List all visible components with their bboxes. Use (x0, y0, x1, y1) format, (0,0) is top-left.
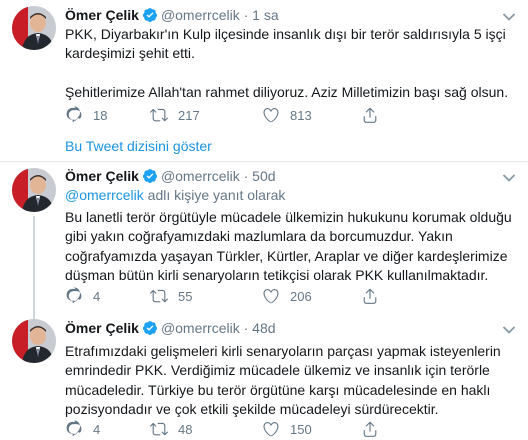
tweet-actions: 4 48 150 (65, 420, 485, 440)
like-icon (263, 422, 279, 437)
tweet-text: Etrafımızdaki gelişmeleri kirli senaryol… (65, 342, 517, 419)
verified-badge-icon (142, 321, 157, 335)
tweet-header: Ömer Çelik @omerrcelik · 1 sa (65, 7, 279, 23)
reply-count: 4 (93, 289, 101, 304)
chevron-down-icon[interactable] (502, 173, 516, 183)
author-name[interactable]: Ömer Çelik (65, 168, 139, 184)
share-icon (363, 107, 377, 123)
reply-icon (66, 420, 82, 436)
avatar-image (12, 319, 56, 363)
retweet-icon (150, 108, 168, 122)
tweet-text-paragraph: Etrafımızdaki gelişmeleri kirli senaryol… (65, 343, 501, 417)
like-count: 150 (290, 422, 312, 437)
reply-icon (66, 106, 82, 122)
avatar-image (12, 6, 56, 50)
author-handle[interactable]: @omerrcelik (161, 168, 240, 184)
retweet-count: 48 (178, 422, 193, 437)
separator-dot: · (243, 168, 249, 184)
reply-icon (66, 287, 82, 303)
chevron-down-icon[interactable] (502, 325, 516, 335)
verified-badge-icon (142, 169, 157, 183)
author-handle[interactable]: @omerrcelik (161, 320, 240, 336)
retweet-icon (150, 422, 168, 436)
author-name[interactable]: Ömer Çelik (65, 7, 139, 23)
show-thread-link[interactable]: Bu Tweet dizisini göster (65, 138, 212, 154)
retweet-count: 217 (178, 108, 200, 123)
reply-count: 4 (93, 422, 101, 437)
tweet-text-paragraph: Şehitlerimize Allah'tan rahmet diliyoruz… (65, 83, 509, 100)
share-icon (363, 421, 377, 437)
tweet-actions: 4 55 206 (65, 287, 485, 307)
author-name[interactable]: Ömer Çelik (65, 320, 139, 336)
retweet-icon (150, 289, 168, 303)
reply-context: @omerrcelik adlı kişiye yanıt olarak (65, 187, 285, 203)
tweet-text: PKK, Diyarbakır'ın Kulp ilçesinde insanl… (65, 25, 517, 102)
reply-count: 18 (93, 108, 108, 123)
tweet-text-paragraph: Bu lanetli terör örgütüyle mücadele ülke… (65, 209, 512, 283)
tweet-timestamp[interactable]: 48d (252, 320, 275, 336)
tweet-timestamp[interactable]: 50d (252, 168, 275, 184)
tweet-1[interactable]: Ömer Çelik @omerrcelik · 1 sa PKK, Diyarb… (0, 0, 528, 143)
tweet-text: Bu lanetli terör örgütüyle mücadele ülke… (65, 208, 517, 285)
separator-dot: · (243, 320, 249, 336)
like-icon (263, 289, 279, 304)
avatar[interactable] (12, 6, 56, 50)
tweet-actions: 18 217 813 (65, 106, 485, 126)
avatar[interactable] (12, 168, 56, 212)
like-icon (263, 108, 279, 123)
tweet-text-paragraph: PKK, Diyarbakır'ın Kulp ilçesinde insanl… (65, 26, 506, 62)
tweet-header: Ömer Çelik @omerrcelik · 50d (65, 168, 276, 184)
tweet-header: Ömer Çelik @omerrcelik · 48d (65, 320, 276, 336)
author-handle[interactable]: @omerrcelik (161, 7, 240, 23)
retweet-count: 55 (178, 289, 193, 304)
reply-mention-link[interactable]: @omerrcelik (65, 187, 144, 203)
tweet-2[interactable]: Ömer Çelik @omerrcelik · 50d @omerrcelik … (0, 162, 528, 324)
verified-badge-icon (142, 8, 157, 22)
chevron-down-icon[interactable] (502, 12, 516, 22)
avatar[interactable] (12, 319, 56, 363)
reply-context-text: adlı kişiye yanıt olarak (143, 187, 286, 203)
separator-dot: · (243, 7, 249, 23)
share-icon (363, 288, 377, 304)
tweet-timestamp[interactable]: 1 sa (252, 7, 278, 23)
like-count: 206 (290, 289, 312, 304)
avatar-image (12, 168, 56, 212)
tweet-3[interactable]: Ömer Çelik @omerrcelik · 48d Etrafımızdak… (0, 316, 528, 438)
thread-line (33, 216, 35, 324)
like-count: 813 (290, 108, 312, 123)
